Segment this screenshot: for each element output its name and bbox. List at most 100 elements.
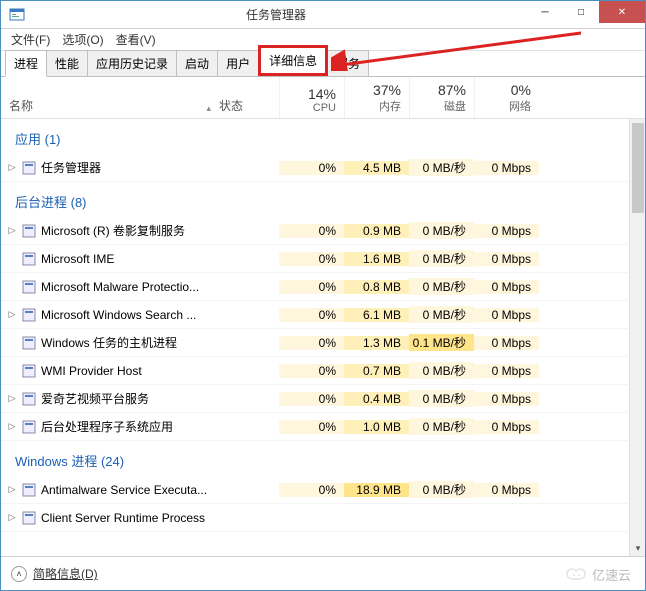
table-row[interactable]: ▷后台处理程序子系统应用0%1.0 MB0 MB/秒0 Mbps <box>1 413 645 441</box>
col-disk-header[interactable]: 87% 磁盘 <box>409 77 474 118</box>
net-cell: 0 Mbps <box>474 392 539 406</box>
cpu-cell: 0% <box>279 336 344 350</box>
expand-icon[interactable]: ▷ <box>7 393 17 404</box>
table-row[interactable]: ▷Antimalware Service Executa...0%18.9 MB… <box>1 476 645 504</box>
table-row[interactable]: Microsoft Malware Protectio... 0%0.8 MB0 … <box>1 273 645 301</box>
cpu-cell: 0% <box>279 252 344 266</box>
table-row[interactable]: ▷爱奇艺视频平台服务 0%0.4 MB0 MB/秒0 Mbps <box>1 385 645 413</box>
close-button[interactable]: ✕ <box>599 1 645 23</box>
disk-label: 磁盘 <box>444 98 466 114</box>
disk-cell: 0 MB/秒 <box>409 481 474 498</box>
cpu-cell: 0% <box>279 364 344 378</box>
process-name: Antimalware Service Executa... <box>41 483 207 497</box>
fewer-details-link[interactable]: 简略信息(D) <box>33 565 98 582</box>
process-list: 应用 (1)▷任务管理器0%4.5 MB0 MB/秒0 Mbps后台进程 (8)… <box>1 119 645 556</box>
titlebar[interactable]: 任务管理器 ─ □ ✕ <box>1 1 645 29</box>
group-header-apps: 应用 (1) <box>1 119 645 154</box>
expand-icon[interactable]: ▷ <box>7 512 17 523</box>
process-name: Client Server Runtime Process <box>41 511 205 525</box>
process-icon <box>21 251 37 267</box>
tab-details[interactable]: 详细信息 <box>258 45 328 76</box>
net-cell: 0 Mbps <box>474 364 539 378</box>
process-name-cell: ▷ Client Server Runtime Process <box>1 510 219 526</box>
cpu-pct: 14% <box>308 86 336 102</box>
mem-cell: 6.1 MB <box>344 308 409 322</box>
expand-icon[interactable]: ▷ <box>7 162 17 173</box>
tab-performance[interactable]: 性能 <box>46 50 88 76</box>
disk-pct: 87% <box>438 82 466 98</box>
expand-icon[interactable]: ▷ <box>7 484 17 495</box>
tab-app-history[interactable]: 应用历史记录 <box>87 50 177 76</box>
mem-cell: 1.0 MB <box>344 420 409 434</box>
mem-cell: 0.4 MB <box>344 392 409 406</box>
menu-file[interactable]: 文件(F) <box>5 29 56 50</box>
net-cell: 0 Mbps <box>474 161 539 175</box>
watermark: 亿速云 <box>566 565 631 584</box>
mem-pct: 37% <box>373 82 401 98</box>
maximize-button[interactable]: □ <box>563 1 599 23</box>
cpu-cell: 0% <box>279 392 344 406</box>
net-cell: 0 Mbps <box>474 252 539 266</box>
tab-processes[interactable]: 进程 <box>5 50 47 77</box>
mem-cell: 1.3 MB <box>344 336 409 350</box>
process-name-cell: WMI Provider Host <box>1 363 219 379</box>
tab-startup[interactable]: 启动 <box>176 50 218 76</box>
table-row[interactable]: ▷ Client Server Runtime Process <box>1 504 645 532</box>
net-cell: 0 Mbps <box>474 483 539 497</box>
col-status-header[interactable]: 状态 <box>219 77 279 118</box>
process-name-cell: ▷爱奇艺视频平台服务 <box>1 390 219 407</box>
net-cell: 0 Mbps <box>474 336 539 350</box>
process-name: WMI Provider Host <box>41 364 142 378</box>
cpu-cell: 0% <box>279 280 344 294</box>
table-row[interactable]: Windows 任务的主机进程0%1.3 MB0.1 MB/秒0 Mbps <box>1 329 645 357</box>
disk-cell: 0 MB/秒 <box>409 390 474 407</box>
cpu-label: CPU <box>313 102 336 114</box>
disk-cell: 0 MB/秒 <box>409 222 474 239</box>
mem-label: 内存 <box>379 98 401 114</box>
cpu-cell: 0% <box>279 224 344 238</box>
task-manager-window: 任务管理器 ─ □ ✕ 文件(F) 选项(O) 查看(V) 进程 性能 应用历史… <box>0 0 646 591</box>
scroll-down-icon[interactable]: ▾ <box>630 540 645 556</box>
col-name-label: 名称 <box>9 97 33 114</box>
window-title: 任务管理器 <box>25 6 527 23</box>
table-row[interactable]: ▷Microsoft (R) 卷影复制服务0%0.9 MB0 MB/秒0 Mbp… <box>1 217 645 245</box>
mem-cell: 0.8 MB <box>344 280 409 294</box>
process-icon <box>21 160 37 176</box>
minimize-button[interactable]: ─ <box>527 1 563 23</box>
expand-icon[interactable]: ▷ <box>7 309 17 320</box>
col-mem-header[interactable]: 37% 内存 <box>344 77 409 118</box>
process-name: Microsoft IME <box>41 252 114 266</box>
scrollbar-thumb[interactable] <box>632 123 644 213</box>
disk-cell: 0 MB/秒 <box>409 278 474 295</box>
table-row[interactable]: Microsoft IME0%1.6 MB0 MB/秒0 Mbps <box>1 245 645 273</box>
col-name-header[interactable]: 名称 ▴ <box>1 77 219 118</box>
table-row[interactable]: ▷任务管理器0%4.5 MB0 MB/秒0 Mbps <box>1 154 645 182</box>
expand-icon[interactable]: ▷ <box>7 421 17 432</box>
process-name-cell: ▷后台处理程序子系统应用 <box>1 418 219 435</box>
chevron-up-icon[interactable]: ˄ <box>11 566 27 582</box>
process-icon <box>21 335 37 351</box>
disk-cell: 0 MB/秒 <box>409 418 474 435</box>
table-row[interactable]: WMI Provider Host0%0.7 MB0 MB/秒0 Mbps <box>1 357 645 385</box>
expand-icon[interactable]: ▷ <box>7 225 17 236</box>
tab-users[interactable]: 用户 <box>217 50 259 76</box>
process-name-cell: Microsoft Malware Protectio... <box>1 279 219 295</box>
process-icon <box>21 510 37 526</box>
col-cpu-header[interactable]: 14% CPU <box>279 77 344 118</box>
cpu-cell: 0% <box>279 483 344 497</box>
vertical-scrollbar[interactable]: ▴ ▾ <box>629 119 645 556</box>
menu-view[interactable]: 查看(V) <box>110 29 162 50</box>
cpu-cell: 0% <box>279 308 344 322</box>
process-icon <box>21 391 37 407</box>
disk-cell: 0 MB/秒 <box>409 159 474 176</box>
tab-services[interactable]: 服务 <box>327 50 369 76</box>
table-row[interactable]: ▷Microsoft Windows Search ...0%6.1 MB0 M… <box>1 301 645 329</box>
process-icon <box>21 419 37 435</box>
process-name: Windows 任务的主机进程 <box>41 334 177 351</box>
window-controls: ─ □ ✕ <box>527 1 645 28</box>
footer-bar: ˄ 简略信息(D) 亿速云 <box>1 556 645 590</box>
menu-options[interactable]: 选项(O) <box>56 29 109 50</box>
group-header-bg: 后台进程 (8) <box>1 182 645 217</box>
process-name-cell: Windows 任务的主机进程 <box>1 334 219 351</box>
col-net-header[interactable]: 0% 网络 <box>474 77 539 118</box>
